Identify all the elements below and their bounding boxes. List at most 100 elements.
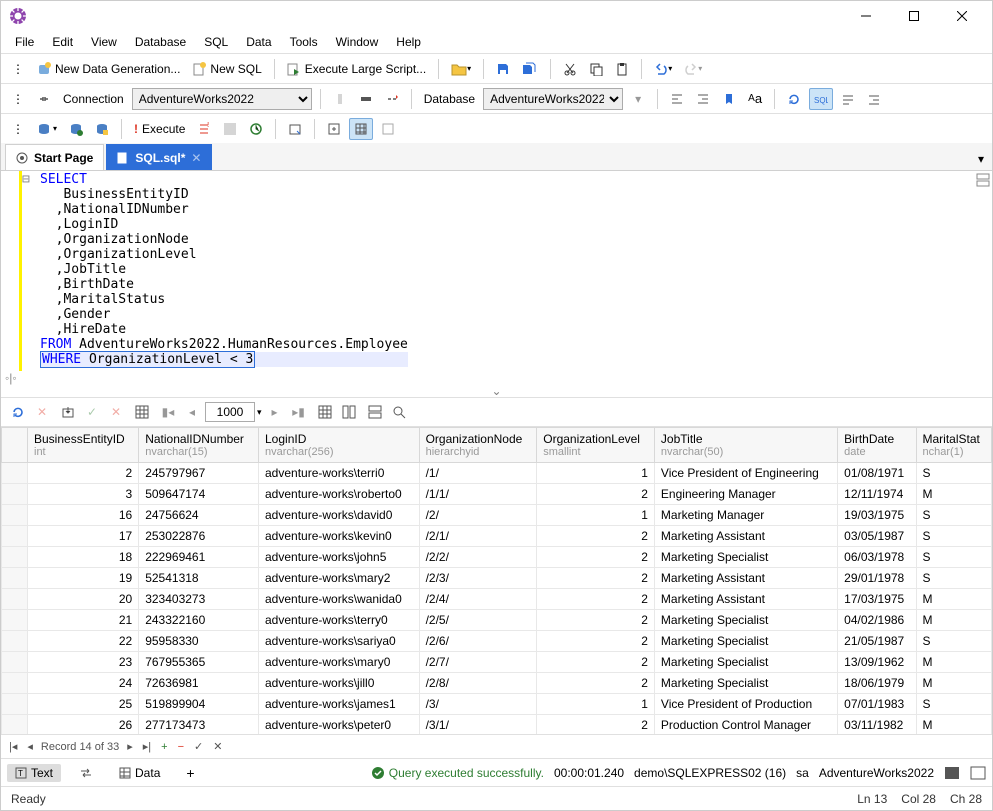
redo-icon[interactable]: ▾ bbox=[680, 58, 706, 80]
cell[interactable]: /2/7/ bbox=[419, 652, 537, 673]
cell[interactable]: 2 bbox=[537, 715, 655, 735]
cell[interactable]: adventure-works\terry0 bbox=[259, 610, 420, 631]
commit-icon[interactable]: ✓ bbox=[81, 401, 103, 423]
nav-next-icon[interactable]: ▸ bbox=[125, 740, 135, 753]
indent-right-icon[interactable] bbox=[692, 88, 714, 110]
cell[interactable]: Marketing Specialist bbox=[654, 631, 837, 652]
cell[interactable]: /3/ bbox=[419, 694, 537, 715]
cell[interactable]: 29/01/1978 bbox=[838, 568, 916, 589]
cell[interactable]: S bbox=[916, 547, 991, 568]
cell[interactable]: Marketing Manager bbox=[654, 505, 837, 526]
next-page-icon[interactable]: ▸ bbox=[264, 401, 286, 423]
cell[interactable]: /2/5/ bbox=[419, 610, 537, 631]
cell[interactable]: 19 bbox=[28, 568, 139, 589]
menu-edit[interactable]: Edit bbox=[44, 33, 81, 51]
menu-help[interactable]: Help bbox=[388, 33, 429, 51]
cancel-results-icon[interactable]: ✕ bbox=[31, 401, 53, 423]
table-row[interactable]: 1624756624adventure-works\david0/2/1Mark… bbox=[2, 505, 992, 526]
new-data-generation-button[interactable]: New Data Generation... bbox=[33, 58, 184, 80]
minimize-button[interactable] bbox=[844, 2, 888, 30]
view-mode2-icon[interactable] bbox=[338, 401, 360, 423]
cell[interactable]: 03/11/1982 bbox=[838, 715, 916, 735]
tab-close-icon[interactable]: ✕ bbox=[191, 151, 201, 165]
cell[interactable]: Marketing Assistant bbox=[654, 526, 837, 547]
add-tab[interactable]: + bbox=[178, 763, 202, 783]
cell[interactable]: Marketing Specialist bbox=[654, 547, 837, 568]
cell[interactable]: Vice President of Production bbox=[654, 694, 837, 715]
cell[interactable]: adventure-works\roberto0 bbox=[259, 484, 420, 505]
new-sql-button[interactable]: New SQL bbox=[188, 58, 265, 80]
cell[interactable]: adventure-works\mary0 bbox=[259, 652, 420, 673]
column-header[interactable]: NationalIDNumbernvarchar(15) bbox=[139, 428, 259, 463]
reload-results-icon[interactable] bbox=[7, 401, 29, 423]
refresh-exec-icon[interactable] bbox=[245, 118, 267, 140]
copy-icon[interactable] bbox=[585, 58, 607, 80]
cell[interactable]: 04/02/1986 bbox=[838, 610, 916, 631]
table-row[interactable]: 17253022876adventure-works\kevin0/2/1/2M… bbox=[2, 526, 992, 547]
db-green-icon[interactable] bbox=[65, 118, 87, 140]
cell[interactable]: Marketing Assistant bbox=[654, 568, 837, 589]
bookmark-icon[interactable] bbox=[718, 88, 740, 110]
column-header[interactable]: BirthDatedate bbox=[838, 428, 916, 463]
refresh-icon[interactable] bbox=[783, 88, 805, 110]
cell[interactable]: adventure-works\mary2 bbox=[259, 568, 420, 589]
search-results-icon[interactable] bbox=[388, 401, 410, 423]
last-page-icon[interactable]: ▸▮ bbox=[288, 401, 310, 423]
cell[interactable]: S bbox=[916, 505, 991, 526]
table-row[interactable]: 23767955365adventure-works\mary0/2/7/2Ma… bbox=[2, 652, 992, 673]
cell[interactable]: 277173473 bbox=[139, 715, 259, 735]
export-icon[interactable] bbox=[323, 118, 345, 140]
cell[interactable]: 2 bbox=[537, 568, 655, 589]
menu-tools[interactable]: Tools bbox=[282, 33, 326, 51]
nav-add-icon[interactable]: + bbox=[159, 741, 169, 753]
column-header[interactable]: OrganizationNodehierarchyid bbox=[419, 428, 537, 463]
db-drop-icon[interactable]: ▾ bbox=[33, 118, 61, 140]
cell[interactable]: M bbox=[916, 715, 991, 735]
open-file-icon[interactable]: ▾ bbox=[447, 58, 475, 80]
cell[interactable]: 1 bbox=[537, 463, 655, 484]
execute-debug-icon[interactable]: ! bbox=[193, 118, 215, 140]
nav-cancel-icon[interactable]: ✕ bbox=[211, 740, 224, 753]
cell[interactable]: S bbox=[916, 463, 991, 484]
layout1-icon[interactable] bbox=[944, 766, 960, 780]
table-row[interactable]: 18222969461adventure-works\john5/2/2/2Ma… bbox=[2, 547, 992, 568]
text-tab[interactable]: TText bbox=[7, 764, 61, 782]
db-script-icon[interactable] bbox=[91, 118, 113, 140]
layout2-icon[interactable] bbox=[970, 766, 986, 780]
grid-view-icon[interactable] bbox=[349, 118, 373, 140]
cell[interactable]: 2 bbox=[537, 631, 655, 652]
table-row[interactable]: 25519899904adventure-works\james1/3/1Vic… bbox=[2, 694, 992, 715]
stop-icon[interactable] bbox=[219, 118, 241, 140]
cell[interactable]: 243322160 bbox=[139, 610, 259, 631]
close-button[interactable] bbox=[940, 2, 984, 30]
cell[interactable]: 509647174 bbox=[139, 484, 259, 505]
font-size-icon[interactable]: Aa bbox=[744, 88, 766, 110]
page-size-dropdown-icon[interactable]: ▾ bbox=[257, 407, 262, 418]
database-dropdown-icon[interactable]: ▾ bbox=[627, 88, 649, 110]
column-header[interactable]: BusinessEntityIDint bbox=[28, 428, 139, 463]
cell[interactable]: 323403273 bbox=[139, 589, 259, 610]
cell[interactable]: 1 bbox=[537, 505, 655, 526]
table-row[interactable]: 20323403273adventure-works\wanida0/2/4/2… bbox=[2, 589, 992, 610]
cell[interactable]: S bbox=[916, 568, 991, 589]
new-connection-icon[interactable] bbox=[381, 88, 403, 110]
cell[interactable]: /3/1/ bbox=[419, 715, 537, 735]
cell[interactable]: 245797967 bbox=[139, 463, 259, 484]
save-all-icon[interactable] bbox=[518, 58, 542, 80]
column-header[interactable]: MaritalStatnchar(1) bbox=[916, 428, 991, 463]
cell[interactable]: 25 bbox=[28, 694, 139, 715]
results-grid[interactable]: BusinessEntityIDintNationalIDNumbernvarc… bbox=[1, 427, 992, 734]
nav-prev-icon[interactable]: ◂ bbox=[25, 740, 35, 753]
cell[interactable]: M bbox=[916, 652, 991, 673]
editor-split-icon[interactable] bbox=[976, 173, 990, 187]
cell[interactable]: M bbox=[916, 610, 991, 631]
rollback-icon[interactable]: ✕ bbox=[105, 401, 127, 423]
table-row[interactable]: 21243322160adventure-works\terry0/2/5/2M… bbox=[2, 610, 992, 631]
cell[interactable]: /2/ bbox=[419, 505, 537, 526]
cell[interactable]: 06/03/1978 bbox=[838, 547, 916, 568]
align-icon[interactable] bbox=[837, 88, 859, 110]
cell[interactable]: /1/1/ bbox=[419, 484, 537, 505]
table-row[interactable]: 2245797967adventure-works\terri0/1/1Vice… bbox=[2, 463, 992, 484]
menu-sql[interactable]: SQL bbox=[196, 33, 236, 51]
cell[interactable]: S bbox=[916, 631, 991, 652]
